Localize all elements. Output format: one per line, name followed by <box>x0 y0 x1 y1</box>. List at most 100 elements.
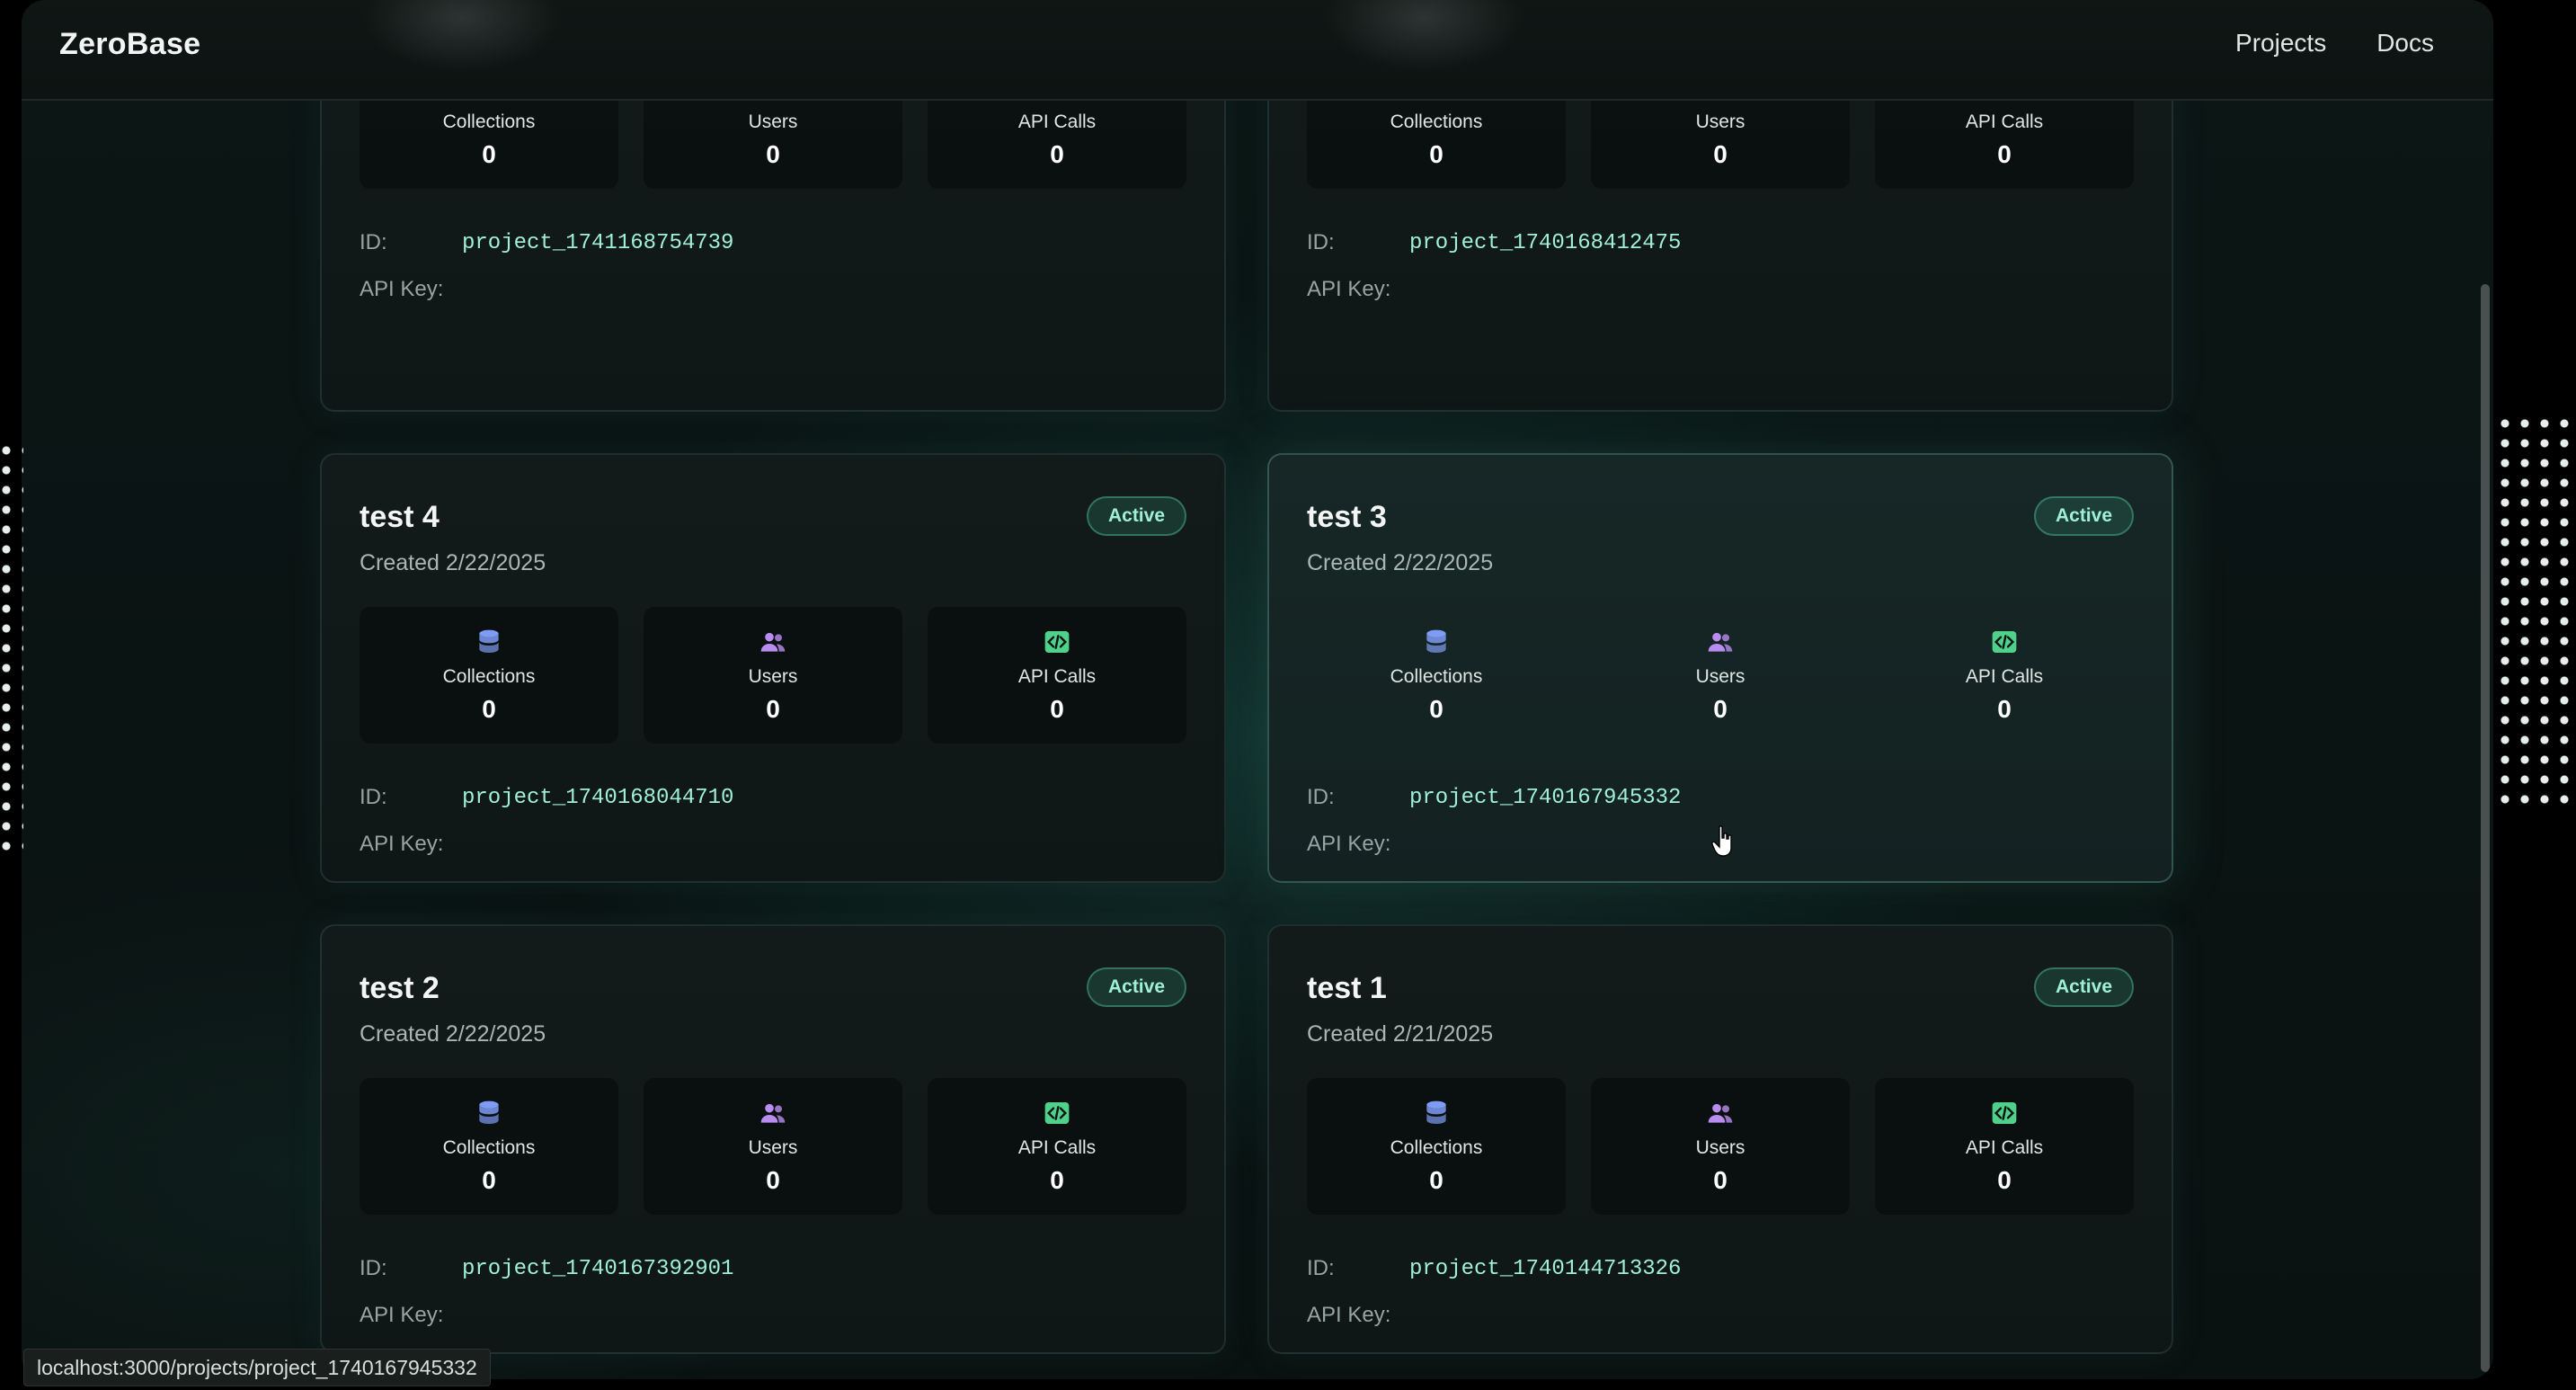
stat-collections: Collections 0 <box>360 607 618 744</box>
status-badge: Active <box>1086 967 1186 1007</box>
stat-label: Users <box>748 1136 798 1158</box>
project-card[interactable]: Collections 0 Users 0 API Calls 0 ID: project_1… <box>1267 99 2173 412</box>
stat-label: Users <box>1695 111 1745 132</box>
nav-link-projects[interactable]: Projects <box>2235 29 2326 58</box>
stat-label: Users <box>1695 665 1745 687</box>
stat-label: Users <box>748 111 798 132</box>
project-meta: ID: project_1740168412475 API Key: <box>1307 219 2134 313</box>
nav-glow <box>1325 0 1523 72</box>
project-title: test 2 <box>360 971 440 1005</box>
stat-value: 0 <box>1429 1165 1443 1194</box>
stat-value: 0 <box>1713 1165 1728 1194</box>
project-created-date: Created 2/21/2025 <box>1307 1021 1494 1047</box>
project-stats: Collections 0 Users 0 API Calls 0 <box>1307 607 2134 744</box>
stat-value: 0 <box>1997 139 2012 168</box>
stat-label: API Calls <box>1017 111 1097 132</box>
nav-link-docs[interactable]: Docs <box>2376 29 2434 58</box>
project-id[interactable]: project_1740167392901 <box>462 1257 733 1281</box>
project-created-date: Created 2/22/2025 <box>360 1021 546 1047</box>
api-key-label: API Key: <box>360 277 444 301</box>
stat-value: 0 <box>766 694 780 723</box>
project-id[interactable]: project_1740168044710 <box>462 786 733 810</box>
status-badge: Active <box>1086 496 1186 536</box>
stat-value: 0 <box>766 1165 780 1194</box>
project-title: test 3 <box>1307 500 1387 534</box>
project-created-date: Created 2/22/2025 <box>360 550 546 575</box>
api-key-label: API Key: <box>360 832 444 856</box>
id-label: ID: <box>360 785 387 809</box>
code-icon <box>1043 628 1071 661</box>
project-title: test 4 <box>360 500 440 534</box>
stat-api-calls: API Calls 0 <box>928 607 1186 744</box>
stat-collections: Collections 0 <box>360 99 618 189</box>
project-id-row: ID: project_1740167392901 <box>360 1245 1186 1292</box>
project-card[interactable]: test 1 Created 2/21/2025 Active Collections… <box>1267 924 2173 1354</box>
project-id-row: ID: project_1741168754739 <box>360 219 1186 266</box>
stat-label: Collections <box>442 1136 536 1158</box>
database-icon <box>1422 1099 1451 1132</box>
scrollbar[interactable] <box>2481 284 2490 1372</box>
stat-label: API Calls <box>1965 665 2044 687</box>
api-key-row: API Key: <box>360 1292 1186 1339</box>
stat-label: Collections <box>1390 1136 1483 1158</box>
status-badge: Active <box>2033 496 2134 536</box>
project-id[interactable]: project_1740168412475 <box>1409 231 1681 255</box>
users-icon <box>759 628 787 661</box>
project-id[interactable]: project_1740144713326 <box>1409 1257 1681 1281</box>
database-icon <box>1422 628 1451 661</box>
project-id[interactable]: project_1740167945332 <box>1409 786 1681 810</box>
stat-value: 0 <box>1713 139 1728 168</box>
project-card[interactable]: test 3 Created 2/22/2025 Active Collections… <box>1267 453 2173 883</box>
stat-api-calls: API Calls 0 <box>1875 1078 2134 1215</box>
database-icon <box>475 1099 503 1132</box>
projects-content: Collections 0 Users 0 API Calls 0 ID: project_1… <box>22 99 2493 1379</box>
stat-value: 0 <box>1429 139 1443 168</box>
projects-grid: Collections 0 Users 0 API Calls 0 ID: project_1… <box>320 99 2225 1354</box>
project-card[interactable]: Collections 0 Users 0 API Calls 0 ID: project_1… <box>320 99 1226 412</box>
project-id[interactable]: project_1741168754739 <box>462 231 733 255</box>
project-meta: ID: project_1740144713326 API Key: <box>1307 1245 2134 1339</box>
project-card[interactable]: test 2 Created 2/22/2025 Active Collections… <box>320 924 1226 1354</box>
decorative-dots-right <box>2495 414 2576 809</box>
api-key-label: API Key: <box>360 1303 444 1327</box>
project-id-row: ID: project_1740144713326 <box>1307 1245 2134 1292</box>
project-stats: Collections 0 Users 0 API Calls 0 <box>1307 99 2134 189</box>
stat-label: Collections <box>442 111 536 132</box>
stat-users: Users 0 <box>644 1078 902 1215</box>
stat-value: 0 <box>1713 694 1728 723</box>
status-badge: Active <box>2033 967 2134 1007</box>
nav-glow <box>363 0 561 72</box>
hand-cursor-icon <box>1711 825 1732 857</box>
api-key-label: API Key: <box>1307 832 1391 856</box>
stat-label: Collections <box>442 665 536 687</box>
stat-value: 0 <box>1050 694 1064 723</box>
stat-label: API Calls <box>1965 1136 2044 1158</box>
api-key-label: API Key: <box>1307 277 1391 301</box>
stat-collections: Collections 0 <box>1307 1078 1566 1215</box>
code-icon <box>1990 628 2019 661</box>
decorative-dots-left <box>0 441 23 854</box>
stat-label: API Calls <box>1965 111 2044 132</box>
stat-users: Users 0 <box>644 99 902 189</box>
project-card[interactable]: test 4 Created 2/22/2025 Active Collections… <box>320 453 1226 883</box>
stat-value: 0 <box>1050 1165 1064 1194</box>
project-meta: ID: project_1741168754739 API Key: <box>360 219 1186 313</box>
id-label: ID: <box>1307 230 1335 254</box>
api-key-label: API Key: <box>1307 1303 1391 1327</box>
stat-value: 0 <box>1429 694 1443 723</box>
project-meta: ID: project_1740167392901 API Key: <box>360 1245 1186 1339</box>
stat-users: Users 0 <box>1591 607 1850 744</box>
project-stats: Collections 0 Users 0 API Calls 0 <box>360 1078 1186 1215</box>
stat-api-calls: API Calls 0 <box>1875 99 2134 189</box>
brand-logo[interactable]: ZeroBase <box>59 27 200 62</box>
stat-users: Users 0 <box>1591 99 1850 189</box>
api-key-row: API Key: <box>360 821 1186 868</box>
stat-value: 0 <box>482 1165 496 1194</box>
project-id-row: ID: project_1740167945332 <box>1307 774 2134 821</box>
project-id-row: ID: project_1740168412475 <box>1307 219 2134 266</box>
status-bar-url: localhost:3000/projects/project_17401679… <box>23 1349 491 1386</box>
stat-api-calls: API Calls 0 <box>928 1078 1186 1215</box>
users-icon <box>1706 628 1735 661</box>
project-id-row: ID: project_1740168044710 <box>360 774 1186 821</box>
stat-value: 0 <box>1050 139 1064 168</box>
